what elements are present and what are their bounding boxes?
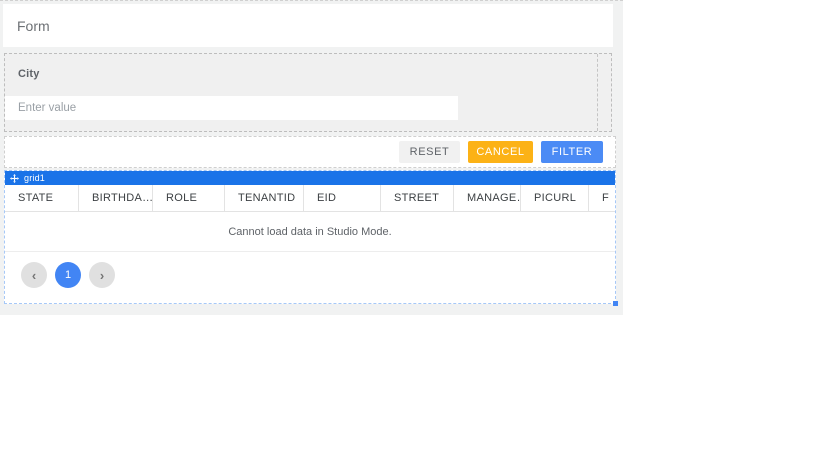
column-header-birthday[interactable]: BIRTHDA… <box>79 185 153 211</box>
city-input[interactable] <box>5 96 458 120</box>
grid-widget-label: grid1 <box>24 173 46 183</box>
form-button-row: RESET CANCEL FILTER <box>4 136 616 168</box>
column-header-truncated[interactable]: F <box>589 185 615 211</box>
pagination-next-button[interactable]: › <box>89 262 115 288</box>
move-icon <box>10 173 19 183</box>
grid-empty-message: Cannot load data in Studio Mode. <box>5 212 615 252</box>
column-header-role[interactable]: ROLE <box>153 185 225 211</box>
filter-section: City <box>4 53 612 132</box>
filter-button[interactable]: FILTER <box>541 141 603 163</box>
column-header-eid[interactable]: EID <box>304 185 381 211</box>
column-header-tenantid[interactable]: TENANTID <box>225 185 304 211</box>
column-header-state[interactable]: STATE <box>5 185 79 211</box>
city-field-label: City <box>18 68 40 80</box>
column-header-manager[interactable]: MANAGE… <box>454 185 521 211</box>
column-header-picurl[interactable]: PICURL <box>521 185 589 211</box>
studio-canvas: Form City RESET CANCEL FILTER grid1 <box>0 0 623 315</box>
chevron-right-icon: › <box>99 267 105 283</box>
grid-titlebar[interactable]: grid1 <box>5 171 615 185</box>
grid-pagination: ‹ 1 › <box>5 252 615 288</box>
grid-widget[interactable]: grid1 STATE BIRTHDA… ROLE TENANTID EID S… <box>4 170 618 306</box>
grid-resize-handle[interactable] <box>613 301 618 306</box>
form-card: Form <box>3 4 613 47</box>
column-header-street[interactable]: STREET <box>381 185 454 211</box>
reset-button[interactable]: RESET <box>399 141 460 163</box>
chevron-left-icon: ‹ <box>31 267 37 283</box>
pagination-prev-button[interactable]: ‹ <box>21 262 47 288</box>
cancel-button[interactable]: CANCEL <box>468 141 533 163</box>
grid-header-row: STATE BIRTHDA… ROLE TENANTID EID STREET … <box>5 185 615 212</box>
pagination-page-1-button[interactable]: 1 <box>55 262 81 288</box>
filter-section-resize-gutter[interactable] <box>597 54 598 131</box>
form-title: Form <box>17 17 50 34</box>
